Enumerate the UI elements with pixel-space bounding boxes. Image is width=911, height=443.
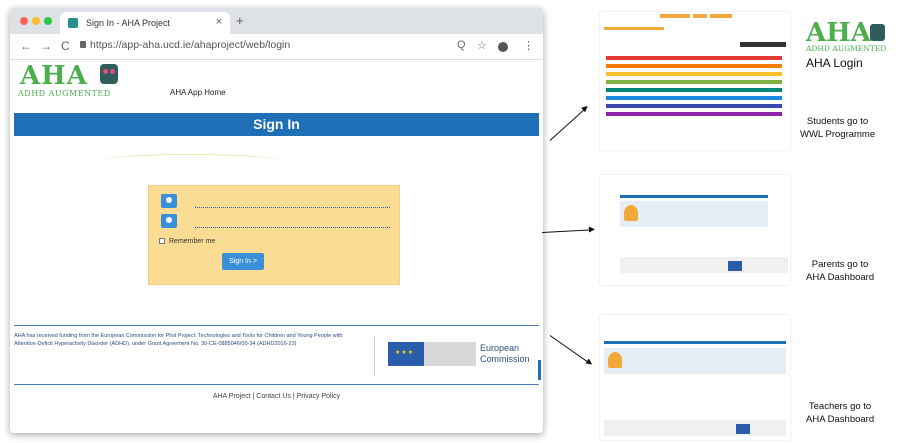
teachers-eu-flag [736,424,750,434]
tab-title: Sign In - AHA Project [86,18,171,28]
key-icon [161,214,177,228]
eu-building-graphic [424,342,476,366]
eu-flag-icon [388,342,424,366]
logo-subtitle: ADHD AUGMENTED [18,89,111,98]
footer-divider-bottom [14,384,539,385]
browser-window: Sign In - AHA Project × + ← → C https://… [10,8,543,433]
remember-me-checkbox[interactable] [159,238,165,244]
robot-icon-large [870,24,885,41]
funding-notice: AHA has received funding from the Europe… [14,333,343,347]
arrow-to-teachers [549,335,592,365]
username-input[interactable] [195,202,390,208]
search-icon[interactable]: Q [457,39,466,51]
eu-commission-text: European Commission [480,343,530,365]
thumb-row-4 [606,80,782,84]
teachers-caption-line-1: Teachers go to [808,401,872,412]
thumb-row-8 [606,112,782,116]
thumb-row-1 [606,56,782,60]
parents-thumb-panel [620,201,768,227]
students-caption-line-2: WWL Programme [800,129,876,140]
decorative-curve [100,154,280,168]
thumb-tab-1 [660,14,690,18]
logo-text: AHA [20,61,88,91]
app-home-link[interactable]: AHA App Home [170,88,226,97]
tab-sign-in[interactable]: Sign In - AHA Project × [60,12,230,34]
arrow-to-students [549,106,588,141]
parents-caption: Parents go to AHA Dashboard [806,258,874,284]
aha-logo[interactable]: AHA ADHD AUGMENTED [16,60,126,98]
forward-button[interactable]: → [40,39,52,53]
eu-text-line-1: European [480,343,520,353]
thumb-row-2 [606,64,782,68]
thumb-tab-2 [693,14,707,18]
teachers-thumb-bar [604,341,786,344]
sign-in-button[interactable]: Sign In > [222,253,264,270]
teachers-thumb-panel [604,348,786,374]
students-caption-line-1: Students go to [806,116,869,127]
site-favicon-icon [68,18,78,28]
slide: Sign In - AHA Project × + ← → C https://… [0,0,911,443]
address-bar: ← → C https://app-aha.ucd.ie/ahaproject/… [10,34,543,60]
eu-divider [374,336,375,376]
thumb-row-7 [606,104,782,108]
tab-close-icon[interactable]: × [216,16,222,28]
sign-in-header: Sign In [14,113,539,136]
aha-logo-subtitle: ADHD AUGMENTED [806,44,887,53]
parents-eu-flag [728,261,742,271]
password-input[interactable] [195,222,390,228]
students-caption: Students go to WWL Programme [800,115,875,141]
remember-me-label: Remember me [169,238,216,245]
maximize-window-dot[interactable] [44,17,52,25]
parents-thumb-bar [620,195,768,198]
login-form: Remember me Sign In > [148,185,400,285]
teachers-caption: Teachers go to AHA Dashboard [806,400,874,426]
footer-divider [14,325,539,326]
minimize-window-dot[interactable] [32,17,40,25]
thumb-dark-label [740,42,786,47]
teachers-avatar [608,352,622,368]
lock-icon [80,41,86,48]
login-caption: AHA Login [806,56,863,70]
thumb-row-5 [606,88,782,92]
thumb-row-6 [606,96,782,100]
login-page: AHA ADHD AUGMENTED AHA App Home Sign In … [10,60,543,433]
close-window-dot[interactable] [20,17,28,25]
thumb-row-3 [606,72,782,76]
star-icon[interactable]: ☆ [477,39,487,52]
menu-icon[interactable]: ⋮ [523,39,534,52]
parents-thumbnail [600,175,790,285]
user-icon [161,194,177,208]
teachers-thumbnail [600,315,790,440]
parents-thumb-footer [620,257,788,273]
teachers-thumb-footer [604,420,786,436]
tab-bar: Sign In - AHA Project × + [10,8,543,34]
thumb-tab-3 [710,14,732,18]
students-thumbnail [600,12,790,150]
new-tab-button[interactable]: + [236,13,244,28]
profile-icon[interactable] [498,42,508,52]
url-field[interactable]: https://app-aha.ucd.ie/ahaproject/web/lo… [90,39,290,51]
footer-links[interactable]: AHA Project | Contact Us | Privacy Polic… [10,393,543,400]
back-button[interactable]: ← [20,39,32,53]
robot-icon [100,64,118,84]
parents-caption-line-1: Parents go to [811,259,869,270]
parents-caption-line-2: AHA Dashboard [806,272,875,283]
eu-logo: European Commission [374,336,543,376]
eu-text-line-2: Commission [480,354,530,364]
remember-me[interactable]: Remember me [159,238,215,245]
thumb-level [604,27,664,30]
parents-avatar [624,205,638,221]
reload-button[interactable]: C [61,39,70,53]
teachers-caption-line-2: AHA Dashboard [806,414,875,425]
footer-accent [538,360,541,380]
arrow-to-parents [541,229,594,233]
